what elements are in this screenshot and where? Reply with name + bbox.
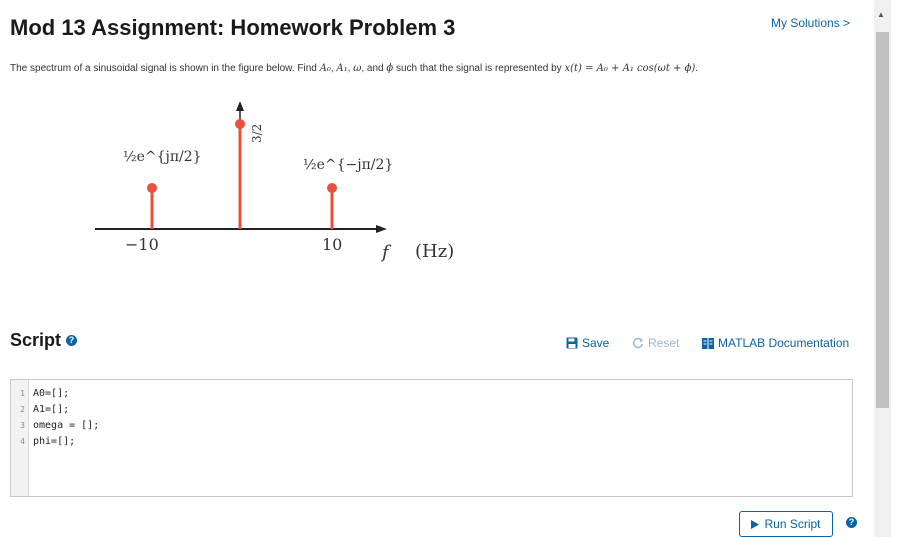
page-title: Mod 13 Assignment: Homework Problem 3 <box>10 15 456 40</box>
save-icon <box>566 337 578 349</box>
my-solutions-link[interactable]: My Solutions > <box>771 16 850 30</box>
line-number: 2 <box>20 405 25 414</box>
book-icon <box>702 337 714 349</box>
axis-unit: (Hz) <box>415 241 454 262</box>
var-a0: A₀ <box>319 63 331 74</box>
tick-label-minus10: −10 <box>125 235 159 254</box>
code-editor[interactable]: 1 2 3 4 A0=[]; A1=[]; omega = []; phi=[]… <box>10 379 853 497</box>
script-heading-label: Script <box>10 330 62 350</box>
run-script-button[interactable]: Run Script <box>739 511 833 537</box>
problem-text-mid: such that the signal is represented by <box>393 63 565 74</box>
line-number: 3 <box>20 421 25 430</box>
and-text: , and <box>361 63 387 74</box>
stem-minus10-dot <box>147 183 157 193</box>
scrollbar-thumb[interactable] <box>876 32 889 408</box>
help-icon[interactable]: ? <box>66 335 78 346</box>
matlab-documentation-label: MATLAB Documentation <box>718 336 850 350</box>
line-number-gutter: 1 2 3 4 <box>11 380 29 496</box>
problem-statement: The spectrum of a sinusoidal signal is s… <box>10 63 698 74</box>
period: . <box>695 63 699 74</box>
problem-text-before: The spectrum of a sinusoidal signal is s… <box>10 63 320 74</box>
play-icon <box>751 519 760 529</box>
label-left-phasor: ½e^{jπ/2} <box>123 149 202 165</box>
vertical-axis-arrow <box>236 101 244 111</box>
reset-label: Reset <box>648 336 680 350</box>
line-number: 1 <box>20 389 25 398</box>
frequency-axis-arrow <box>376 225 387 233</box>
code-line[interactable]: A1=[]; <box>33 402 99 418</box>
code-line[interactable]: phi=[]; <box>33 434 99 450</box>
var-a1: A₁ <box>336 63 348 74</box>
reset-icon <box>632 337 644 349</box>
code-line[interactable]: A0=[]; <box>33 386 99 402</box>
save-button[interactable]: Save <box>566 336 609 350</box>
spectrum-figure: ½e^{jπ/2} 3/2 ½e^{−jπ/2} −10 10 f (Hz) <box>95 101 454 263</box>
script-heading: Script ? <box>10 330 78 351</box>
matlab-documentation-link[interactable]: MATLAB Documentation <box>702 336 849 350</box>
save-label: Save <box>582 336 610 350</box>
run-script-label: Run Script <box>764 517 821 531</box>
code-area[interactable]: A0=[]; A1=[]; omega = []; phi=[]; <box>29 380 99 496</box>
run-help-icon[interactable]: ? <box>846 517 857 528</box>
label-right-phasor: ½e^{−jπ/2} <box>303 157 393 173</box>
reset-button[interactable]: Reset <box>632 336 679 350</box>
signal-equation: x(t) = A₀ + A₁ cos(ωt + ϕ) <box>564 63 696 74</box>
label-dc-value: 3/2 <box>250 124 264 143</box>
stem-plus10-dot <box>327 183 337 193</box>
code-line[interactable]: omega = []; <box>33 418 99 434</box>
stem-dc-dot <box>235 119 245 129</box>
line-number: 4 <box>20 437 25 446</box>
tick-label-plus10: 10 <box>322 235 342 254</box>
axis-variable: f <box>380 242 392 263</box>
scroll-up-arrow-icon[interactable]: ▲ <box>877 10 885 19</box>
